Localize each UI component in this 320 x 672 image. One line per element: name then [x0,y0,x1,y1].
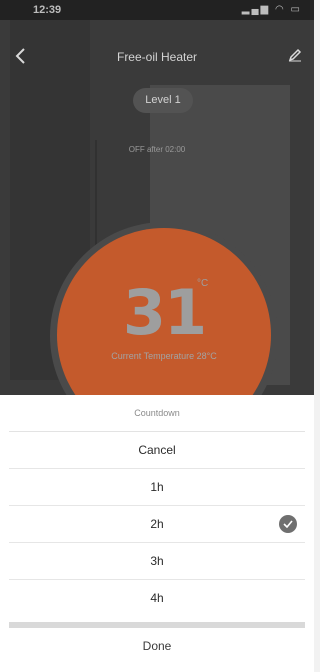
current-temperature: Current Temperature 28°C [111,351,217,361]
countdown-status: OFF after 02:00 [128,145,186,154]
pencil-icon [288,48,302,62]
battery-icon: ▭ [290,4,302,15]
signal-icon: ▂▄▆ [241,4,271,15]
page-title: Free-oil Heater [116,50,198,64]
option-2h[interactable]: 2h [0,506,314,542]
option-4h[interactable]: 4h [0,580,314,616]
checkmark-icon [279,515,297,533]
temperature-unit: °C [197,278,209,289]
option-1h[interactable]: 1h [0,469,314,505]
edit-button[interactable] [288,48,304,64]
option-cancel[interactable]: Cancel [0,432,314,468]
done-button[interactable]: Done [0,631,314,661]
status-time: 12:39 [33,4,62,16]
dimmed-app-background: 12:39 ▂▄▆ ◠ ▭ Free-oil Heater Level 1 OF… [0,0,314,395]
wifi-icon: ◠ [275,4,286,15]
sheet-title: Countdown [134,408,180,418]
status-bar: 12:39 ▂▄▆ ◠ ▭ [0,0,314,20]
option-label: 2h [150,517,164,531]
status-icons: ▂▄▆ ◠ ▭ [242,4,302,15]
option-3h[interactable]: 3h [0,543,314,579]
countdown-action-sheet: Countdown Cancel 1h 2h 3h 4h Done [0,395,314,672]
sheet-separator [9,622,305,628]
target-temperature: 31 [122,276,207,349]
level-badge[interactable]: Level 1 [133,88,193,113]
